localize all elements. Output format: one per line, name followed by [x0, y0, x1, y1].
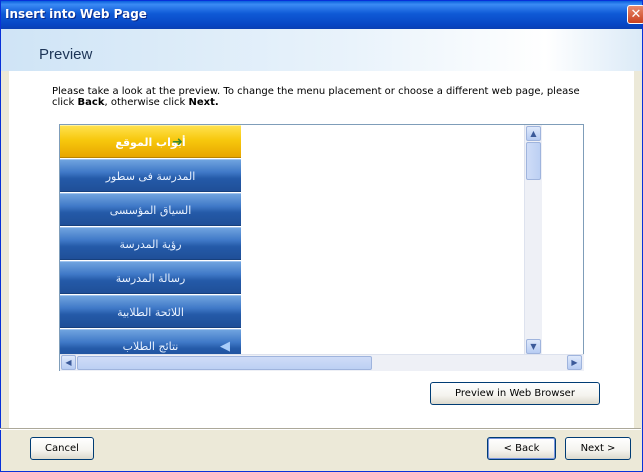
scroll-down-button[interactable]: ▼	[526, 339, 541, 354]
back-button[interactable]: < Back	[487, 437, 556, 460]
chevron-right-icon: ▶	[571, 358, 578, 367]
footer-divider	[0, 428, 641, 430]
instructions-text: Please take a look at the preview. To ch…	[52, 86, 592, 108]
horizontal-scroll-thumb[interactable]	[77, 356, 372, 370]
cancel-button[interactable]: Cancel	[30, 437, 94, 460]
wizard-header: Preview	[1, 29, 642, 71]
scroll-right-button[interactable]: ▶	[567, 355, 582, 370]
scroll-up-button[interactable]: ▲	[526, 126, 541, 141]
preview-pane: ➜ أبواب الموقع المدرسة فى سطور السياق ال…	[59, 124, 584, 371]
menu-item[interactable]: السياق المؤسسى	[60, 193, 241, 226]
instructions-next-word: Next.	[188, 97, 219, 108]
menu-item[interactable]: رؤية المدرسة	[60, 227, 241, 260]
menu-item[interactable]: رسالة المدرسة	[60, 261, 241, 294]
menu-item-label: نتائج الطلاب	[122, 340, 179, 353]
menu-header[interactable]: ➜ أبواب الموقع	[60, 125, 241, 158]
chevron-down-icon: ▼	[530, 342, 537, 351]
horizontal-scrollbar[interactable]: ◀ ▶	[60, 354, 584, 371]
preview-menu: ➜ أبواب الموقع المدرسة فى سطور السياق ال…	[60, 125, 241, 362]
close-button[interactable]: ✕	[627, 5, 643, 24]
green-arrow-icon: ➜	[172, 135, 183, 150]
close-icon: ✕	[630, 7, 642, 22]
menu-item-label: اللائحة الطلابية	[117, 306, 184, 319]
menu-item[interactable]: المدرسة فى سطور	[60, 159, 241, 192]
menu-item-label: المدرسة فى سطور	[105, 170, 196, 183]
vertical-scrollbar[interactable]: ▲ ▼	[524, 125, 542, 357]
title-bar[interactable]: Insert into Web Page ✕	[1, 1, 643, 29]
instructions-back-word: Back	[77, 97, 105, 108]
window-title: Insert into Web Page	[5, 7, 147, 21]
preview-in-browser-button[interactable]: Preview in Web Browser	[430, 382, 600, 405]
menu-item-label: السياق المؤسسى	[109, 204, 192, 217]
page-title: Preview	[39, 46, 93, 63]
menu-item[interactable]: اللائحة الطلابية	[60, 295, 241, 328]
vertical-scroll-thumb[interactable]	[526, 142, 541, 180]
menu-item-label: رسالة المدرسة	[115, 272, 186, 285]
chevron-left-icon: ◀	[65, 358, 72, 367]
next-button[interactable]: Next >	[565, 437, 631, 460]
menu-item-label: رؤية المدرسة	[119, 238, 182, 251]
instructions-part2: , otherwise click	[104, 97, 189, 108]
scroll-left-button[interactable]: ◀	[61, 355, 76, 370]
chevron-up-icon: ▲	[530, 129, 537, 138]
